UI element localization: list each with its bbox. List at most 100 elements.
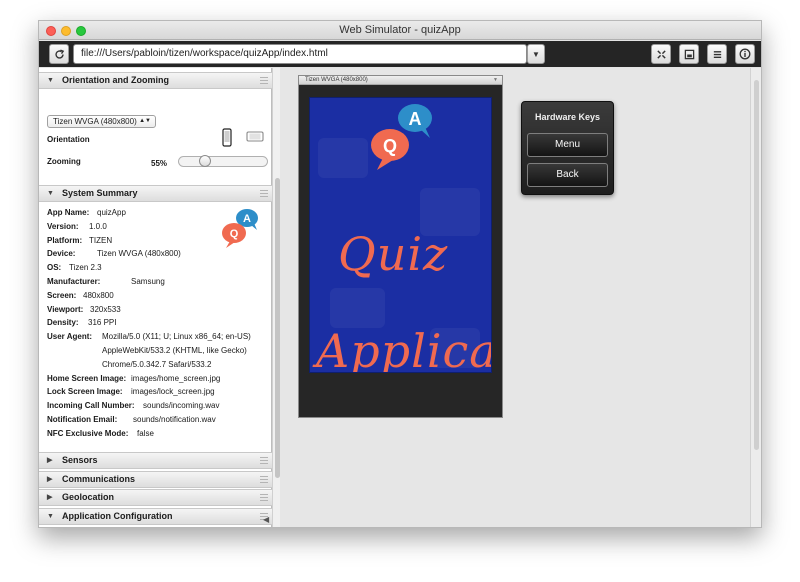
- grip-icon[interactable]: [260, 190, 268, 197]
- device-frame-label: Tizen WVGA (480x800): [305, 77, 368, 83]
- chevron-down-icon: ▼: [532, 49, 540, 59]
- collapsed-arrow-icon: ▶: [47, 476, 53, 483]
- simulator-window: Web Simulator - quizApp file:///Users/pa…: [38, 20, 762, 528]
- section-title: System Summary: [62, 188, 138, 198]
- save-icon: [684, 49, 694, 59]
- summary-label: Device:: [47, 249, 76, 259]
- grip-icon[interactable]: [260, 457, 268, 464]
- section-orientation-header[interactable]: ▼ Orientation and Zooming: [39, 72, 272, 89]
- summary-value: quizApp: [97, 208, 126, 217]
- preview-scrollbar[interactable]: [750, 68, 761, 527]
- user-agent-line: AppleWebKit/533.2 (KHTML, like Gecko): [102, 346, 247, 355]
- section-communications-header[interactable]: ▶ Communications: [39, 471, 272, 488]
- expand-button[interactable]: [651, 44, 671, 64]
- select-arrows-icon: ▲▼: [139, 118, 151, 124]
- background-tile: [318, 138, 368, 178]
- zoom-slider-handle[interactable]: [199, 155, 211, 167]
- orientation-label: Orientation: [47, 135, 90, 144]
- info-icon: [739, 48, 751, 60]
- zoom-slider[interactable]: [178, 156, 268, 167]
- menu-key-button[interactable]: Menu: [527, 133, 608, 157]
- summary-label: OS:: [47, 263, 62, 273]
- expand-icon: [656, 49, 666, 59]
- url-input[interactable]: file:///Users/pabloin/tizen/workspace/qu…: [73, 44, 527, 64]
- reload-icon: [54, 48, 64, 59]
- scroll-left-arrow-icon[interactable]: ◀: [263, 515, 269, 524]
- app-logo-icon: A Q: [222, 209, 258, 248]
- summary-value: Tizen 2.3: [69, 263, 102, 273]
- expanded-arrow-icon: ▼: [47, 190, 54, 197]
- grip-icon[interactable]: [260, 494, 268, 501]
- list-button[interactable]: [707, 44, 727, 64]
- summary-value: 480x800: [83, 290, 114, 300]
- user-agent-line: Mozilla/5.0 (X11; U; Linux x86_64; en-US…: [102, 332, 251, 342]
- bubble-a-letter: A: [243, 213, 251, 225]
- grip-icon[interactable]: [260, 476, 268, 483]
- save-button[interactable]: [679, 44, 699, 64]
- section-geolocation-header[interactable]: ▶ Geolocation: [39, 489, 272, 506]
- summary-label: Viewport:: [47, 304, 84, 314]
- section-title: Orientation and Zooming: [62, 75, 169, 85]
- url-dropdown-button[interactable]: ▼: [527, 44, 545, 64]
- splash-title-application: Applica: [316, 324, 492, 373]
- user-agent-line: Chrome/5.0.342.7 Safari/533.2: [102, 359, 212, 369]
- device-frame: Tizen WVGA (480x800) ▼ A Q Quiz Applica: [298, 75, 503, 418]
- reload-button[interactable]: [49, 44, 69, 64]
- summary-value: sounds/incoming.wav: [143, 401, 220, 411]
- summary-label: User Agent:: [47, 332, 93, 342]
- section-title: Application Configuration: [62, 511, 173, 521]
- maximize-window-button[interactable]: [76, 26, 86, 36]
- info-button[interactable]: [735, 44, 755, 64]
- summary-label: Manufacturer:: [47, 277, 101, 286]
- expanded-arrow-icon: ▼: [47, 513, 54, 520]
- collapsed-arrow-icon: ▶: [47, 457, 53, 464]
- summary-value: images/lock_screen.jpg: [131, 387, 215, 397]
- landscape-icon[interactable]: [246, 131, 264, 142]
- summary-value: images/home_screen.jpg: [131, 373, 221, 383]
- grip-icon[interactable]: [260, 77, 268, 84]
- zoom-value: 55%: [151, 159, 168, 168]
- summary-label: App Name:: [47, 208, 90, 217]
- device-screen[interactable]: A Q Quiz Applica: [309, 97, 492, 373]
- settings-scrollbar[interactable]: [272, 68, 280, 527]
- quiz-logo-icon: A Q: [371, 104, 432, 170]
- summary-label: Screen:: [47, 290, 77, 300]
- summary-value: 316 PPI: [88, 318, 117, 328]
- collapsed-arrow-icon: ▶: [47, 494, 53, 501]
- summary-value: TIZEN: [89, 235, 113, 245]
- portrait-icon[interactable]: [222, 128, 232, 147]
- bubble-q-letter: Q: [230, 228, 239, 240]
- expanded-arrow-icon: ▼: [47, 77, 54, 84]
- section-sensors-header[interactable]: ▶ Sensors: [39, 452, 272, 469]
- section-title: Sensors: [62, 455, 98, 465]
- summary-label: Incoming Call Number:: [47, 401, 135, 411]
- summary-value: sounds/notification.wav: [133, 415, 216, 424]
- splash-bubble-a: A: [409, 109, 422, 129]
- summary-label: NFC Exclusive Mode:: [47, 428, 129, 438]
- minimize-window-button[interactable]: [61, 26, 71, 36]
- device-select[interactable]: Tizen WVGA (480x800) ▲▼: [47, 115, 156, 128]
- section-system-summary-header[interactable]: ▼ System Summary: [39, 185, 272, 202]
- section-title: Geolocation: [62, 492, 115, 502]
- hardware-keys-panel: Hardware Keys Menu Back: [521, 101, 614, 195]
- summary-label: Version:: [47, 221, 79, 231]
- back-key-button[interactable]: Back: [527, 163, 608, 187]
- summary-label: Density:: [47, 318, 79, 328]
- frame-menu-icon[interactable]: ▼: [493, 76, 498, 84]
- zooming-label: Zooming: [47, 157, 81, 166]
- summary-value: 320x533: [90, 304, 121, 314]
- summary-value: false: [137, 428, 154, 438]
- summary-label: Lock Screen Image:: [47, 387, 123, 397]
- background-tile: [330, 288, 385, 328]
- summary-label: Platform:: [47, 235, 83, 245]
- device-frame-title: Tizen WVGA (480x800) ▼: [299, 76, 502, 85]
- preview-scrollbar-thumb[interactable]: [754, 80, 759, 450]
- summary-value: Samsung: [131, 277, 165, 286]
- toolbar: file:///Users/pabloin/tizen/workspace/qu…: [39, 41, 761, 67]
- summary-value: 1.0.0: [89, 221, 107, 231]
- close-window-button[interactable]: [46, 26, 56, 36]
- section-application-configuration-header[interactable]: ▼ Application Configuration: [39, 508, 272, 525]
- summary-label: Notification Email:: [47, 415, 118, 424]
- hardware-keys-title: Hardware Keys: [534, 112, 601, 122]
- splash-title-quiz: Quiz: [338, 227, 449, 281]
